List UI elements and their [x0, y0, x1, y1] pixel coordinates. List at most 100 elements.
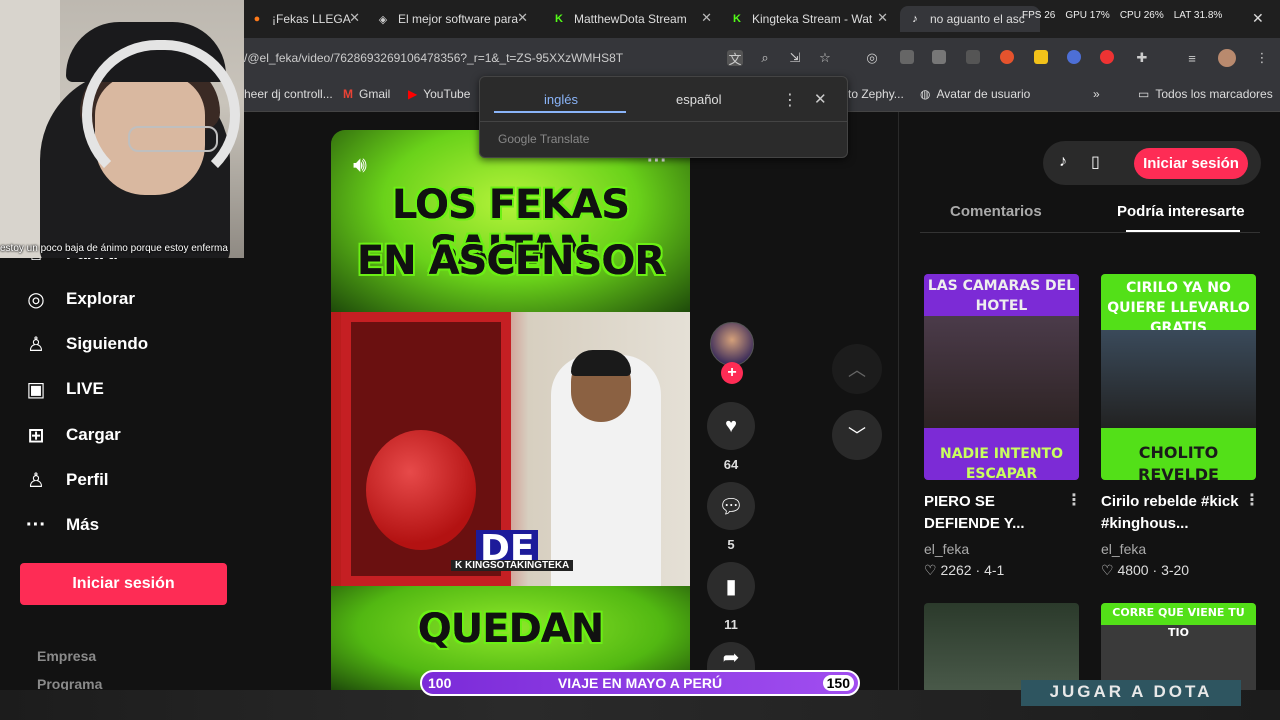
bookmark-gmail[interactable]: M Gmail	[343, 87, 390, 101]
gmail-icon: M	[343, 87, 353, 101]
extension-icon[interactable]	[966, 50, 980, 64]
tab-fekas[interactable]: ● ¡Fekas LLEGA ✕	[250, 6, 360, 32]
share-icon: ➦	[722, 646, 740, 669]
sidebar-item-cargar[interactable]: ⊞ Cargar	[24, 423, 121, 447]
sidebar-item-mas[interactable]: ··· Más	[24, 513, 99, 537]
comment-icon: 💬︎	[718, 495, 744, 518]
performance-overlay: FPS 26 GPU 17% CPU 26% LAT 31.8%	[1022, 10, 1222, 21]
tab-title: no aguanto el asc	[930, 12, 1025, 26]
zoom-icon[interactable]: ⌕	[757, 50, 773, 66]
thumb-caption-bottom: NADIE INTENTO ESCAPAR	[924, 428, 1079, 480]
extension-icon[interactable]	[900, 50, 914, 64]
sidebar-item-perfil[interactable]: ♙ Perfil	[24, 468, 109, 492]
close-icon[interactable]: ✕	[877, 10, 888, 26]
install-icon[interactable]: ⇲	[787, 50, 803, 66]
youtube-icon: ▶	[408, 87, 418, 101]
more-vertical-icon[interactable]: ⋮	[782, 90, 798, 110]
tab-podria-interesarte[interactable]: Podría interesarte	[1117, 203, 1245, 220]
tab-matthewdota[interactable]: K MatthewDota Stream ✕	[552, 6, 712, 32]
sidebar-item-explorar[interactable]: ◎ Explorar	[24, 287, 135, 311]
goal-target: 150	[822, 675, 854, 691]
fire-icon: ●	[253, 13, 261, 25]
header-login-button[interactable]: Iniciar sesión	[1134, 148, 1248, 179]
creator-avatar[interactable]	[710, 322, 754, 366]
chevron-right-icon[interactable]: »	[1093, 87, 1100, 101]
tiktok-icon[interactable]: ♪	[1059, 153, 1067, 171]
extension-icon[interactable]	[1100, 50, 1114, 64]
puzzle-icon[interactable]: ✚	[1134, 50, 1150, 66]
kick-icon: K	[733, 13, 741, 25]
more-icon: ···	[26, 513, 46, 536]
heart-icon: ♥	[725, 414, 737, 437]
profile-avatar-icon[interactable]	[1218, 49, 1236, 67]
more-vertical-icon[interactable]: ⋮	[1244, 490, 1260, 510]
kick-icon: K	[555, 13, 563, 25]
tab-title: ¡Fekas LLEGA	[272, 12, 351, 26]
active-tab-indicator	[1126, 230, 1240, 232]
comment-button[interactable]: 💬︎	[707, 482, 755, 530]
extension-icon[interactable]	[1067, 50, 1081, 64]
footer-link-empresa[interactable]: Empresa	[37, 648, 96, 664]
extension-icon[interactable]	[932, 50, 946, 64]
profile-icon: ♙	[27, 469, 45, 492]
chevron-up-icon: ︿	[848, 360, 866, 380]
tab-software[interactable]: ◈ El mejor software para ✕	[376, 6, 528, 32]
compass-icon: ◎	[27, 288, 45, 311]
stream-overlay-banner: JUGAR A DOTA	[1021, 680, 1241, 706]
bookmark-all[interactable]: ▭ Todos los marcadores	[1138, 87, 1273, 101]
close-icon[interactable]: ✕	[814, 90, 827, 108]
card-author[interactable]: el_feka	[924, 541, 969, 557]
follow-plus-icon[interactable]: +	[721, 362, 743, 384]
next-video-button[interactable]: ﹀	[832, 410, 882, 460]
gpu-stat: GPU 17%	[1065, 10, 1110, 21]
heart-outline-icon: ♡	[1101, 562, 1114, 578]
webcam-caption: estoy un poco baja de ánimo porque estoy…	[0, 243, 228, 254]
extension-icon[interactable]	[1000, 50, 1014, 64]
video-player[interactable]: LOS FEKAS SALTAN EN ASCENSOR DE K KINGSO…	[331, 130, 690, 690]
close-icon[interactable]: ✕	[517, 10, 528, 26]
video-card[interactable]: LAS CAMARAS DEL HOTEL NADIE INTENTO ESCA…	[924, 274, 1079, 480]
upload-icon: ⊞	[27, 424, 45, 447]
stream-goal-bar: 100 VIAJE EN MAYO A PERÚ 150	[420, 670, 860, 696]
bookmark-star-icon[interactable]: ☆	[817, 50, 833, 66]
tiktok-icon: ♪	[912, 13, 918, 25]
menu-icon[interactable]: ⋮	[1254, 50, 1270, 66]
thumb-caption-top: LAS CAMARAS DEL HOTEL	[924, 274, 1079, 316]
globe-icon: ◍	[920, 87, 931, 101]
sidebar-item-siguiendo[interactable]: ♙ Siguiendo	[24, 332, 148, 356]
media-icon[interactable]: ≡	[1184, 50, 1200, 66]
bookmark-youtube[interactable]: ▶ YouTube	[408, 87, 470, 101]
card-author[interactable]: el_feka	[1101, 541, 1146, 557]
lang-from-tab[interactable]: inglés	[544, 92, 578, 107]
folder-icon: ▭	[1138, 87, 1150, 101]
bookmark-avatar[interactable]: ◍ Avatar de usuario	[920, 87, 1030, 101]
close-icon[interactable]: ✕	[701, 10, 712, 26]
previous-video-button[interactable]: ︿	[832, 344, 882, 394]
sidebar-item-live[interactable]: ▣ LIVE	[24, 377, 104, 401]
bookmark-item[interactable]: to Zephy...	[848, 87, 904, 101]
sidebar-login-button[interactable]: Iniciar sesión	[20, 563, 227, 605]
more-vertical-icon[interactable]: ⋮	[1066, 490, 1082, 510]
video-card[interactable]: CIRILO YA NO QUIERE LLEVARLO GRATIS CHOL…	[1101, 274, 1256, 480]
bookmark-item[interactable]: heer dj controll...	[244, 87, 333, 101]
phone-icon[interactable]: ▯	[1091, 152, 1100, 172]
extension-icon[interactable]	[1034, 50, 1048, 64]
video-title-line2: EN ASCENSOR	[356, 238, 665, 284]
like-button[interactable]: ♥	[707, 402, 755, 450]
tab-comentarios[interactable]: Comentarios	[950, 203, 1042, 220]
tab-tiktok-active[interactable]: ♪ no aguanto el asc	[900, 6, 1040, 32]
tab-kingteka[interactable]: K Kingteka Stream - Wat ✕	[730, 6, 888, 32]
chevron-down-icon: ﹀	[848, 426, 866, 446]
url-field[interactable]: /@el_feka/video/7628693269106478356?_r=1…	[244, 51, 623, 65]
lang-to-tab[interactable]: español	[676, 92, 722, 107]
reader-icon[interactable]: ◎	[864, 50, 880, 66]
card-stats: ♡ 2262 · 4-1	[924, 562, 1005, 578]
translate-icon[interactable]: 文	[727, 50, 743, 67]
save-button[interactable]: ▮	[707, 562, 755, 610]
video-watermark: K KINGSOTAKINGTEKA	[451, 560, 574, 571]
window-close-icon[interactable]: ✕	[1252, 10, 1264, 27]
card-title[interactable]: PIERO SE DEFIENDE Y...	[924, 491, 1074, 535]
volume-icon[interactable]: 🔊︎	[353, 152, 367, 178]
close-icon[interactable]: ✕	[349, 10, 360, 26]
card-title[interactable]: Cirilo rebelde #kick #kinghous...	[1101, 491, 1251, 535]
